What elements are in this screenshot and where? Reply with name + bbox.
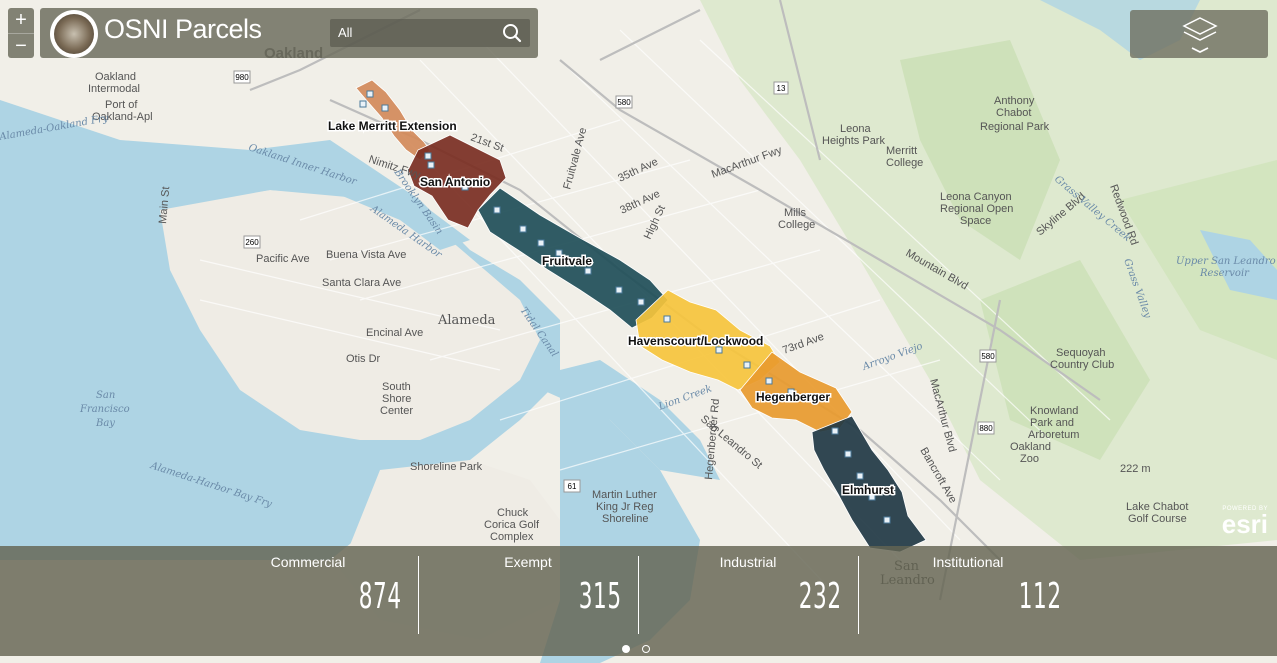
svg-text:Intermodal: Intermodal: [88, 83, 140, 95]
esri-logo: POWERED BY esri: [1210, 506, 1274, 540]
svg-text:Complex: Complex: [490, 531, 534, 543]
svg-text:Chabot: Chabot: [996, 107, 1031, 119]
stat-exempt[interactable]: Exempt 315: [418, 546, 638, 636]
svg-text:King Jr Reg: King Jr Reg: [596, 501, 653, 513]
svg-text:Regional Park: Regional Park: [980, 121, 1050, 133]
stat-value: 874: [358, 576, 402, 617]
svg-text:Center: Center: [380, 405, 413, 417]
stat-label: Institutional: [932, 554, 1004, 570]
svg-text:Park and: Park and: [1030, 417, 1074, 429]
svg-text:13: 13: [777, 84, 786, 93]
svg-text:Arboretum: Arboretum: [1028, 429, 1079, 441]
stat-institutional[interactable]: Institutional 112: [858, 546, 1078, 636]
svg-text:Buena Vista Ave: Buena Vista Ave: [326, 249, 406, 261]
svg-text:Anthony: Anthony: [994, 95, 1035, 107]
svg-text:Knowland: Knowland: [1030, 405, 1078, 417]
district-label-havenscourt-lockwood: Havenscourt/Lockwood: [628, 334, 763, 348]
svg-text:South: South: [382, 381, 411, 393]
svg-text:Country Club: Country Club: [1050, 359, 1114, 371]
app-logo: [50, 10, 98, 58]
search-box[interactable]: All: [330, 19, 530, 47]
svg-text:880: 880: [979, 424, 993, 433]
svg-text:Alameda: Alameda: [437, 313, 496, 328]
svg-text:Leona: Leona: [840, 123, 871, 135]
svg-text:Merritt: Merritt: [886, 145, 917, 157]
svg-text:260: 260: [245, 238, 259, 247]
zoom-control: + −: [8, 8, 34, 58]
svg-text:61: 61: [568, 482, 577, 491]
svg-text:980: 980: [235, 73, 249, 82]
svg-text:Space: Space: [960, 215, 991, 227]
svg-text:College: College: [778, 219, 815, 231]
stats-panel: Commercial 874 Exempt 315 Industrial 232…: [0, 546, 1277, 656]
district-label-san-antonio: San Antonio: [420, 175, 490, 189]
app-title: OSNI Parcels: [104, 14, 262, 44]
stat-value: 112: [1018, 576, 1062, 617]
stat-industrial[interactable]: Industrial 232: [638, 546, 858, 636]
svg-text:Heights Park: Heights Park: [822, 135, 885, 147]
search-icon[interactable]: [502, 23, 522, 43]
svg-text:Santa Clara Ave: Santa Clara Ave: [322, 277, 401, 289]
svg-text:Pacific Ave: Pacific Ave: [256, 253, 310, 265]
svg-text:Francisco: Francisco: [79, 404, 130, 415]
zoom-out-button[interactable]: −: [8, 34, 34, 59]
stat-label: Industrial: [719, 554, 777, 570]
svg-text:Encinal Ave: Encinal Ave: [366, 327, 423, 339]
svg-text:Zoo: Zoo: [1020, 453, 1039, 465]
pager-dot-2[interactable]: [642, 645, 651, 653]
stat-label: Exempt: [504, 554, 552, 570]
svg-text:Lake Chabot: Lake Chabot: [1126, 501, 1188, 513]
stat-label: Commercial: [270, 554, 346, 570]
svg-text:Corica Golf: Corica Golf: [484, 519, 540, 531]
district-label-lake-merritt-extension: Lake Merritt Extension: [328, 119, 457, 133]
stat-value: 315: [578, 576, 622, 617]
svg-text:Otis Dr: Otis Dr: [346, 353, 381, 365]
search-input[interactable]: All: [338, 25, 352, 40]
svg-text:Mills: Mills: [784, 207, 806, 219]
svg-text:Regional Open: Regional Open: [940, 203, 1013, 215]
basemap-layers-button[interactable]: [1130, 10, 1268, 58]
esri-brand-text: esri: [1221, 509, 1268, 539]
pager-dots: [622, 640, 658, 658]
svg-text:Golf Course: Golf Course: [1128, 513, 1187, 525]
svg-text:Sequoyah: Sequoyah: [1056, 347, 1106, 359]
svg-text:580: 580: [981, 352, 995, 361]
svg-text:San: San: [96, 390, 115, 401]
district-label-fruitvale: Fruitvale: [542, 254, 592, 268]
svg-text:Leona Canyon: Leona Canyon: [940, 191, 1012, 203]
district-label-hegenberger: Hegenberger: [756, 390, 830, 404]
svg-text:Martin Luther: Martin Luther: [592, 489, 657, 501]
svg-text:Bay: Bay: [95, 418, 115, 429]
svg-text:222 m: 222 m: [1120, 463, 1151, 475]
svg-text:580: 580: [617, 98, 631, 107]
svg-text:Upper San Leandro: Upper San Leandro: [1176, 256, 1276, 267]
app-header: OSNI Parcels All: [40, 8, 538, 58]
district-label-elmhurst: Elmhurst: [842, 483, 894, 497]
zoom-in-button[interactable]: +: [8, 8, 34, 34]
layers-icon: [1182, 17, 1218, 54]
pager-dot-1[interactable]: [622, 645, 630, 653]
svg-text:College: College: [886, 157, 923, 169]
svg-text:Shoreline Park: Shoreline Park: [410, 461, 483, 473]
stat-value: 232: [798, 576, 842, 617]
svg-text:Reservoir: Reservoir: [1199, 268, 1250, 279]
svg-text:Port of: Port of: [105, 99, 138, 111]
svg-text:Oakland: Oakland: [1010, 441, 1051, 453]
svg-text:Oakland: Oakland: [95, 71, 136, 83]
svg-text:Shore: Shore: [382, 393, 411, 405]
svg-text:Shoreline: Shoreline: [602, 513, 648, 525]
stat-commercial[interactable]: Commercial 874: [198, 546, 418, 636]
svg-text:Chuck: Chuck: [497, 507, 529, 519]
